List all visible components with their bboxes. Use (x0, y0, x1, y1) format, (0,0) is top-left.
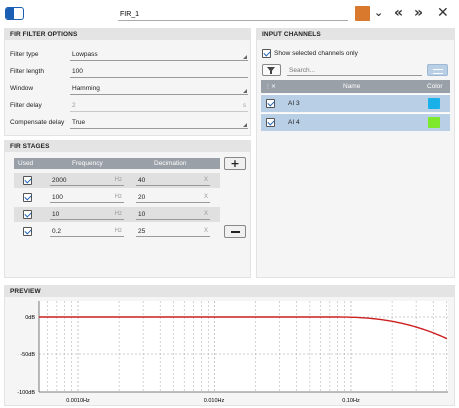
stage-used-checkbox[interactable] (23, 210, 32, 219)
compensate-delay-dropdown[interactable]: True (70, 117, 248, 129)
add-stage-button[interactable]: + (224, 157, 246, 170)
channel-color-swatch[interactable] (428, 98, 440, 109)
chevron-down-icon[interactable]: ⌄ (374, 5, 383, 21)
dropdown-arrow-icon (243, 123, 247, 127)
fir-filter-options-title: FIR FILTER OPTIONS (5, 29, 250, 40)
stage-decimation-input[interactable]: 20 X (136, 192, 210, 203)
filter-delay-row: Filter delay 2s (10, 100, 248, 114)
fir-stages-title: FIR STAGES (5, 141, 250, 152)
remove-stage-button[interactable] (224, 225, 246, 238)
double-left-icon[interactable]: « (394, 5, 403, 21)
y-tick-label: -50dB (20, 352, 35, 358)
double-right-icon[interactable]: » (414, 5, 423, 21)
table-row: 10 Hz 10 X (14, 207, 220, 222)
fir-stages-panel: FIR STAGES Used Frequency Decimation + 2… (4, 140, 251, 278)
compensate-delay-row: Compensate delay True (10, 117, 248, 131)
y-tick-label: -100dB (17, 390, 35, 396)
stage-decimation-input[interactable]: 25 X (136, 226, 210, 237)
filter-type-row: Filter type Lowpass (10, 49, 248, 63)
stage-used-checkbox[interactable] (23, 176, 32, 185)
stages-table-header: Used Frequency Decimation (14, 158, 220, 169)
stage-used-checkbox[interactable] (23, 227, 32, 236)
filter-length-label: Filter length (10, 68, 44, 75)
channel-row[interactable]: AI 3 (261, 94, 450, 112)
stage-used-checkbox[interactable] (23, 193, 32, 202)
close-icon[interactable]: ✕ (437, 5, 449, 21)
filter-icon[interactable] (262, 64, 281, 76)
channel-checkbox[interactable] (266, 118, 275, 127)
y-tick-label: 0dB (25, 315, 35, 321)
input-channels-panel: INPUT CHANNELS Show selected channels on… (256, 28, 455, 278)
channel-name: AI 4 (288, 119, 300, 126)
window-dropdown[interactable]: Hamming (70, 83, 248, 95)
name-column-header: Name (343, 83, 361, 90)
channel-picker-icon[interactable] (427, 64, 448, 76)
x-tick-label: 0.010Hz (204, 398, 225, 404)
show-selected-checkbox[interactable] (262, 49, 271, 58)
compensate-delay-label: Compensate delay (10, 119, 65, 126)
filter-length-row: Filter length 100 (10, 66, 248, 80)
dropdown-arrow-icon (243, 55, 247, 59)
stage-frequency-input[interactable]: 10 Hz (50, 209, 124, 220)
stage-frequency-input[interactable]: 100 Hz (50, 192, 124, 203)
show-selected-label: Show selected channels only (274, 50, 358, 57)
filter-length-input[interactable]: 100 (70, 66, 248, 78)
filter-name-input[interactable] (118, 9, 348, 21)
stage-decimation-input[interactable]: 40 X (136, 175, 210, 186)
stage-frequency-input[interactable]: 0.2 Hz (50, 226, 124, 237)
panel-toggle-icon[interactable] (5, 7, 24, 20)
stage-decimation-input[interactable]: 10 X (136, 209, 210, 220)
window-label: Window (10, 85, 34, 92)
frequency-column-header: Frequency (72, 160, 103, 167)
channel-checkbox[interactable] (266, 99, 275, 108)
clear-selection-icon[interactable]: ⋮× (265, 80, 276, 93)
preview-panel: PREVIEW 0dB -50dB -100dB 0.0010Hz 0.010H… (4, 285, 455, 406)
color-column-header: Color (427, 83, 443, 90)
x-tick-label: 0.10Hz (342, 398, 360, 404)
table-row: 100 Hz 20 X (14, 190, 220, 205)
plus-icon: + (230, 157, 240, 170)
dropdown-arrow-icon (243, 89, 247, 93)
filter-type-label: Filter type (10, 51, 39, 58)
filter-delay-unit: s (243, 103, 246, 109)
fir-filter-options-panel: FIR FILTER OPTIONS Filter type Lowpass F… (4, 28, 251, 136)
table-row: 2000 Hz 40 X (14, 173, 220, 188)
x-tick-label: 0.0010Hz (66, 398, 90, 404)
preview-title: PREVIEW (5, 286, 454, 297)
window-row: Window Hamming (10, 83, 248, 97)
channel-name: AI 3 (288, 100, 300, 107)
filter-type-dropdown[interactable]: Lowpass (70, 49, 248, 61)
toolbar: ⌄ « » ✕ (0, 0, 459, 28)
used-column-header: Used (18, 160, 34, 167)
filter-delay-field: 2s (70, 100, 248, 112)
filter-delay-label: Filter delay (10, 102, 42, 109)
decimation-column-header: Decimation (154, 160, 187, 167)
input-channels-title: INPUT CHANNELS (257, 29, 454, 40)
frequency-response-chart: 0dB -50dB -100dB 0.0010Hz 0.010Hz 0.10Hz (17, 301, 448, 404)
plot-area (39, 301, 448, 392)
filter-color-swatch[interactable] (355, 6, 370, 21)
stage-frequency-input[interactable]: 2000 Hz (50, 175, 124, 186)
channel-color-swatch[interactable] (428, 117, 440, 128)
channels-table-header: ⋮× Name Color (261, 80, 450, 93)
table-row: 0.2 Hz 25 X (14, 224, 220, 239)
channel-row[interactable]: AI 4 (261, 113, 450, 131)
channel-search-input[interactable] (287, 65, 422, 76)
